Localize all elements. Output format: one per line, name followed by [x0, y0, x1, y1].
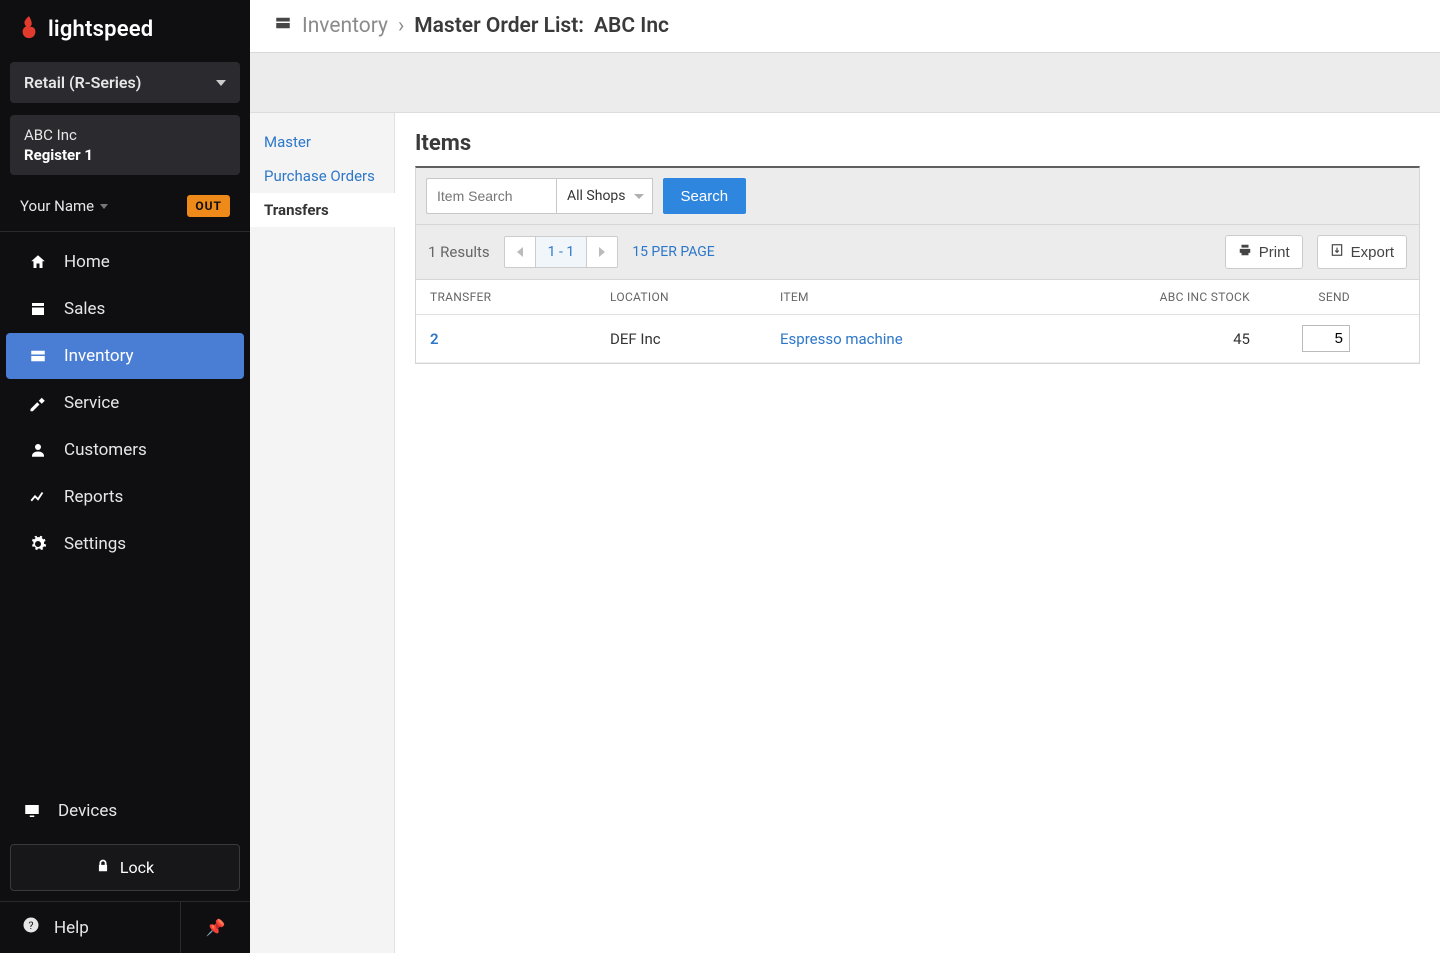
user-row: Your Name OUT [0, 181, 250, 231]
monitor-icon [22, 802, 42, 820]
nav-label: Inventory [64, 346, 134, 366]
nav-reports[interactable]: Reports [6, 474, 244, 520]
nav-help[interactable]: ? Help [0, 902, 180, 953]
item-search-input[interactable] [426, 178, 556, 214]
subnav-purchase-orders[interactable]: Purchase Orders [250, 159, 394, 193]
brand-name: lightspeed [48, 17, 153, 42]
nav-label: Devices [58, 801, 117, 821]
pin-icon: 📌 [206, 918, 226, 937]
table-row: 2 DEF Inc Espresso machine 45 [416, 315, 1419, 363]
nav-customers[interactable]: Customers [6, 427, 244, 473]
nav-label: Home [64, 252, 110, 272]
stock-cell: 45 [1100, 330, 1250, 348]
flame-icon [18, 16, 40, 42]
subnav-master[interactable]: Master [250, 125, 394, 159]
results-count: 1 Results [428, 243, 490, 261]
nav-settings[interactable]: Settings [6, 521, 244, 567]
account-company: ABC Inc [24, 126, 226, 144]
transfer-link[interactable]: 2 [430, 330, 610, 348]
transfers-table: TRANSFER LOCATION ITEM ABC INC STOCK SEN… [415, 280, 1420, 364]
user-name: Your Name [20, 197, 94, 215]
table-header: TRANSFER LOCATION ITEM ABC INC STOCK SEN… [416, 280, 1419, 315]
hammer-icon [28, 394, 48, 412]
pager-prev-button[interactable] [505, 237, 535, 267]
send-input[interactable] [1302, 325, 1350, 352]
breadcrumb-context: ABC Inc [594, 14, 669, 38]
account-block[interactable]: ABC Inc Register 1 [10, 115, 240, 175]
lock-label: Lock [120, 858, 154, 877]
chevron-right-icon: › [398, 14, 404, 38]
home-icon [28, 253, 48, 271]
content: Master Purchase Orders Transfers Items A… [250, 113, 1440, 953]
items-panel: Items All Shops Search 1 Results 1 - 1 [395, 113, 1440, 953]
clock-out-badge[interactable]: OUT [187, 195, 230, 217]
nav-label: Customers [64, 440, 147, 460]
nav-devices[interactable]: Devices [0, 788, 250, 834]
shop-filter-label: All Shops [567, 188, 626, 204]
main: Inventory › Master Order List: ABC Inc M… [250, 0, 1440, 953]
product-selector[interactable]: Retail (R-Series) [10, 62, 240, 103]
chart-icon [28, 488, 48, 506]
nav-label: Service [64, 393, 119, 413]
items-heading: Items [415, 131, 1420, 156]
sidebar: lightspeed Retail (R-Series) ABC Inc Reg… [0, 0, 250, 953]
print-label: Print [1259, 244, 1290, 261]
breadcrumb-root[interactable]: Inventory [302, 14, 388, 38]
sidebar-bottom: Devices Lock ? Help 📌 [0, 788, 250, 953]
location-cell: DEF Inc [610, 330, 780, 348]
subnav: Master Purchase Orders Transfers [250, 113, 395, 953]
col-transfer: TRANSFER [430, 290, 610, 304]
export-button[interactable]: Export [1317, 235, 1407, 269]
drawer-icon [28, 347, 48, 365]
chevron-down-icon [216, 80, 226, 86]
nav-label: Settings [64, 534, 126, 554]
results-bar: 1 Results 1 - 1 15 PER PAGE Print Ex [415, 225, 1420, 280]
nav-label: Sales [64, 299, 105, 319]
export-label: Export [1351, 244, 1394, 261]
nav-label: Reports [64, 487, 123, 507]
chevron-down-icon [100, 204, 108, 209]
search-button[interactable]: Search [663, 178, 747, 214]
nav-sales[interactable]: Sales [6, 286, 244, 332]
product-selector-label: Retail (R-Series) [24, 73, 141, 92]
col-item: ITEM [780, 290, 1100, 304]
item-link[interactable]: Espresso machine [780, 330, 1100, 348]
user-menu[interactable]: Your Name [20, 197, 108, 215]
breadcrumb: Inventory › Master Order List: ABC Inc [250, 0, 1440, 53]
pin-button[interactable]: 📌 [180, 902, 250, 953]
subnav-transfers[interactable]: Transfers [250, 193, 395, 227]
pager-next-button[interactable] [587, 237, 617, 267]
col-send: SEND [1250, 290, 1350, 304]
help-row: ? Help 📌 [0, 901, 250, 953]
question-icon: ? [22, 916, 40, 939]
lock-button[interactable]: Lock [10, 844, 240, 891]
help-label: Help [54, 918, 89, 938]
breadcrumb-page: Master Order List: [414, 14, 584, 38]
col-location: LOCATION [610, 290, 780, 304]
logo: lightspeed [0, 0, 250, 56]
shop-filter-select[interactable]: All Shops [556, 178, 653, 214]
print-icon [1238, 243, 1252, 261]
nav-home[interactable]: Home [6, 239, 244, 285]
nav-service[interactable]: Service [6, 380, 244, 426]
main-nav: Home Sales Inventory Service Customers R… [0, 231, 250, 788]
print-button[interactable]: Print [1225, 235, 1303, 269]
nav-inventory[interactable]: Inventory [6, 333, 244, 379]
per-page-link[interactable]: 15 PER PAGE [632, 244, 715, 260]
account-register: Register 1 [24, 146, 226, 164]
pager-range: 1 - 1 [535, 237, 588, 267]
gear-icon [28, 535, 48, 553]
export-icon [1330, 243, 1344, 261]
user-icon [28, 441, 48, 459]
pager: 1 - 1 [504, 236, 619, 268]
drawer-icon [274, 14, 292, 38]
svg-text:?: ? [29, 919, 34, 932]
lock-icon [96, 858, 110, 877]
col-stock: ABC INC STOCK [1100, 290, 1250, 304]
filter-bar: All Shops Search [415, 166, 1420, 225]
header-gap [250, 53, 1440, 113]
register-icon [28, 300, 48, 318]
send-cell [1250, 325, 1350, 352]
